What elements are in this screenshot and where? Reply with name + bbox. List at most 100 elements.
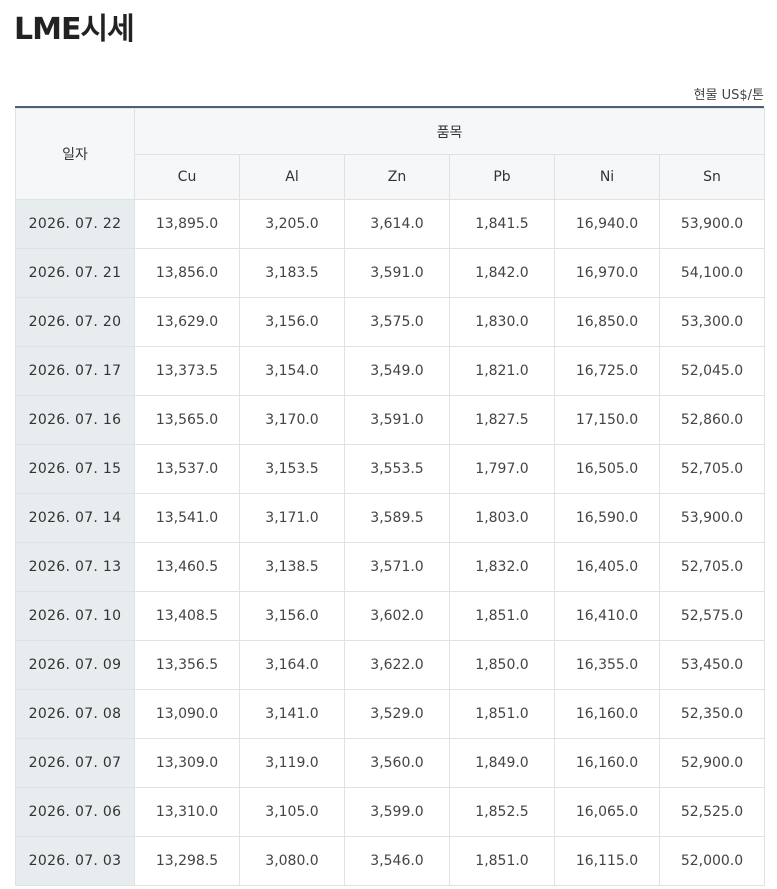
price-cell-ni: 16,940.0 <box>554 199 660 249</box>
price-cell-zn: 3,571.0 <box>344 542 450 592</box>
table-row: 2026. 07. 22 13,895.0 3,205.0 3,614.0 1,841.… <box>15 199 766 249</box>
price-cell-cu: 13,895.0 <box>134 199 240 249</box>
price-cell-zn: 3,549.0 <box>344 346 450 396</box>
table-row: 2026. 07. 09 13,356.5 3,164.0 3,622.0 1,850.… <box>15 640 766 690</box>
price-cell-zn: 3,546.0 <box>344 836 450 886</box>
price-cell-ni: 16,410.0 <box>554 591 660 641</box>
price-cell-pb: 1,830.0 <box>449 297 555 347</box>
price-cell-ni: 16,065.0 <box>554 787 660 837</box>
price-cell-sn: 53,900.0 <box>658 493 766 543</box>
price-cell-zn: 3,589.5 <box>344 493 450 543</box>
price-cell-sn: 52,045.0 <box>658 346 766 396</box>
column-header-ni: Ni <box>554 154 660 200</box>
price-cell-sn: 53,300.0 <box>658 297 766 347</box>
table-row: 2026. 07. 17 13,373.5 3,154.0 3,549.0 1,821.… <box>15 346 766 396</box>
price-cell-sn: 52,860.0 <box>658 395 766 445</box>
price-cell-pb: 1,841.5 <box>449 199 555 249</box>
price-cell-al: 3,164.0 <box>239 640 345 690</box>
price-cell-cu: 13,310.0 <box>134 787 240 837</box>
column-header-cu: Cu <box>134 154 240 200</box>
price-cell-sn: 52,705.0 <box>658 444 766 494</box>
price-cell-al: 3,138.5 <box>239 542 345 592</box>
price-cell-ni: 16,160.0 <box>554 738 660 788</box>
price-cell-al: 3,205.0 <box>239 199 345 249</box>
date-cell: 2026. 07. 20 <box>15 297 135 347</box>
price-cell-ni: 16,355.0 <box>554 640 660 690</box>
price-cell-cu: 13,408.5 <box>134 591 240 641</box>
price-cell-zn: 3,602.0 <box>344 591 450 641</box>
price-cell-pb: 1,803.0 <box>449 493 555 543</box>
price-cell-ni: 16,405.0 <box>554 542 660 592</box>
table-row: 2026. 07. 06 13,310.0 3,105.0 3,599.0 1,852.… <box>15 787 766 837</box>
price-cell-al: 3,154.0 <box>239 346 345 396</box>
price-cell-zn: 3,529.0 <box>344 689 450 739</box>
date-cell: 2026. 07. 07 <box>15 738 135 788</box>
price-cell-al: 3,105.0 <box>239 787 345 837</box>
price-cell-zn: 3,622.0 <box>344 640 450 690</box>
lme-price-table-container: 일자 품목 Cu Al Zn Pb Ni Sn 2026. 07. 22 13,8… <box>15 106 766 886</box>
table-row: 2026. 07. 13 13,460.5 3,138.5 3,571.0 1,832.… <box>15 542 766 592</box>
price-cell-zn: 3,591.0 <box>344 248 450 298</box>
page-title: LME시세 <box>14 12 135 47</box>
table-row: 2026. 07. 14 13,541.0 3,171.0 3,589.5 1,803.… <box>15 493 766 543</box>
price-cell-sn: 54,100.0 <box>658 248 766 298</box>
price-cell-cu: 13,856.0 <box>134 248 240 298</box>
table-body: 2026. 07. 22 13,895.0 3,205.0 3,614.0 1,841.… <box>15 199 766 886</box>
price-cell-al: 3,156.0 <box>239 297 345 347</box>
price-cell-cu: 13,090.0 <box>134 689 240 739</box>
price-cell-al: 3,171.0 <box>239 493 345 543</box>
date-cell: 2026. 07. 06 <box>15 787 135 837</box>
price-cell-zn: 3,553.5 <box>344 444 450 494</box>
price-cell-sn: 52,900.0 <box>658 738 766 788</box>
price-cell-pb: 1,851.0 <box>449 591 555 641</box>
price-cell-cu: 13,541.0 <box>134 493 240 543</box>
price-cell-ni: 16,160.0 <box>554 689 660 739</box>
price-cell-pb: 1,827.5 <box>449 395 555 445</box>
price-cell-sn: 52,525.0 <box>658 787 766 837</box>
price-cell-cu: 13,460.5 <box>134 542 240 592</box>
price-cell-ni: 16,115.0 <box>554 836 660 886</box>
price-cell-pb: 1,852.5 <box>449 787 555 837</box>
column-header-pb: Pb <box>449 154 555 200</box>
price-cell-sn: 53,450.0 <box>658 640 766 690</box>
date-cell: 2026. 07. 14 <box>15 493 135 543</box>
date-cell: 2026. 07. 09 <box>15 640 135 690</box>
price-cell-al: 3,153.5 <box>239 444 345 494</box>
date-cell: 2026. 07. 10 <box>15 591 135 641</box>
table-header: 일자 품목 Cu Al Zn Pb Ni Sn <box>15 108 766 200</box>
price-cell-cu: 13,298.5 <box>134 836 240 886</box>
price-cell-ni: 17,150.0 <box>554 395 660 445</box>
price-cell-sn: 52,350.0 <box>658 689 766 739</box>
price-cell-al: 3,119.0 <box>239 738 345 788</box>
table-row: 2026. 07. 16 13,565.0 3,170.0 3,591.0 1,827.… <box>15 395 766 445</box>
price-cell-pb: 1,832.0 <box>449 542 555 592</box>
price-cell-al: 3,183.5 <box>239 248 345 298</box>
date-cell: 2026. 07. 17 <box>15 346 135 396</box>
table-row: 2026. 07. 15 13,537.0 3,153.5 3,553.5 1,797.… <box>15 444 766 494</box>
price-cell-cu: 13,629.0 <box>134 297 240 347</box>
price-cell-cu: 13,356.5 <box>134 640 240 690</box>
table-row: 2026. 07. 20 13,629.0 3,156.0 3,575.0 1,830.… <box>15 297 766 347</box>
price-cell-sn: 52,000.0 <box>658 836 766 886</box>
price-cell-pb: 1,842.0 <box>449 248 555 298</box>
price-cell-pb: 1,797.0 <box>449 444 555 494</box>
date-cell: 2026. 07. 13 <box>15 542 135 592</box>
price-cell-pb: 1,821.0 <box>449 346 555 396</box>
price-cell-zn: 3,575.0 <box>344 297 450 347</box>
price-cell-cu: 13,537.0 <box>134 444 240 494</box>
date-cell: 2026. 07. 08 <box>15 689 135 739</box>
price-cell-ni: 16,505.0 <box>554 444 660 494</box>
price-cell-al: 3,141.0 <box>239 689 345 739</box>
table-row: 2026. 07. 03 13,298.5 3,080.0 3,546.0 1,851.… <box>15 836 766 886</box>
date-column-header: 일자 <box>15 108 135 200</box>
column-header-zn: Zn <box>344 154 450 200</box>
price-cell-ni: 16,850.0 <box>554 297 660 347</box>
date-cell: 2026. 07. 15 <box>15 444 135 494</box>
price-cell-pb: 1,851.0 <box>449 836 555 886</box>
table-row: 2026. 07. 07 13,309.0 3,119.0 3,560.0 1,849.… <box>15 738 766 788</box>
price-cell-sn: 52,705.0 <box>658 542 766 592</box>
table-row: 2026. 07. 10 13,408.5 3,156.0 3,602.0 1,851.… <box>15 591 766 641</box>
column-header-al: Al <box>239 154 345 200</box>
item-group-header: 품목 <box>133 108 766 155</box>
table-row: 2026. 07. 08 13,090.0 3,141.0 3,529.0 1,851.… <box>15 689 766 739</box>
